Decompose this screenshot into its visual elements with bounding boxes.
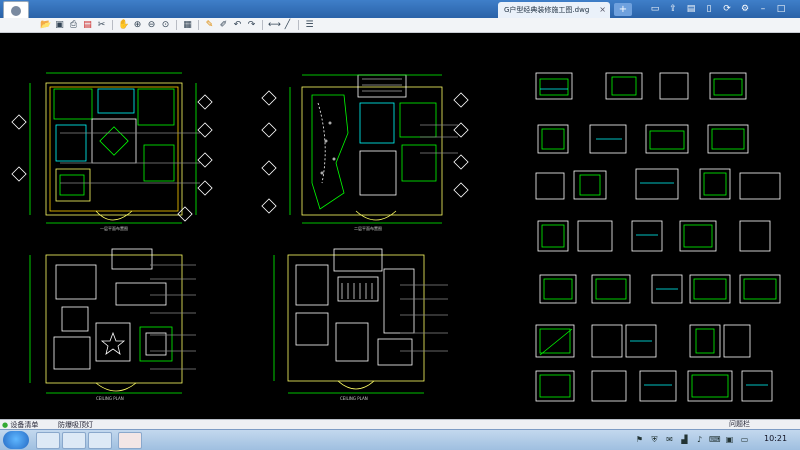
pencil-icon[interactable]: ✎: [204, 20, 215, 31]
device-icon[interactable]: ▣: [724, 434, 735, 445]
settings-icon[interactable]: ⚙: [738, 2, 752, 16]
maximize-icon[interactable]: □: [774, 2, 788, 16]
equipment-list-label: 设备清单: [10, 421, 39, 429]
zoom-out-icon[interactable]: ⊖: [146, 20, 157, 31]
ceiling-plan-2: [273, 248, 448, 394]
ceiling-1-title: CEILING PLAN: [96, 396, 124, 401]
toolbar-separator: [298, 20, 299, 30]
help-link[interactable]: 问题栏: [729, 419, 750, 429]
measure-icon[interactable]: ⟷: [268, 20, 281, 31]
pan-icon[interactable]: ✋: [118, 20, 129, 31]
flag-icon[interactable]: ⚑: [634, 434, 645, 445]
floor-plan-2: [261, 74, 469, 224]
elevation-drawings: [535, 72, 781, 402]
redo-icon[interactable]: ↷: [246, 20, 257, 31]
taskbar-ie-icon[interactable]: [36, 432, 60, 449]
cut-icon[interactable]: ✂: [96, 20, 107, 31]
window-icon[interactable]: ▭: [648, 2, 662, 16]
new-tab-button[interactable]: +: [614, 3, 632, 16]
folder-icon[interactable]: ▤: [684, 2, 698, 16]
title-bar: G户型经典装修施工图.dwg × + ▭ ⇪ ▤ ▯ ⟳ ⚙ – □: [0, 0, 800, 29]
system-tray: ⚑ ⛨ ✉ ▟ ♪ ⌨ ▣ ▭: [634, 434, 750, 445]
taskbar-app-icon[interactable]: [88, 432, 112, 449]
save-icon[interactable]: ▣: [54, 20, 65, 31]
toolbar: 📂 ▣ ⎙ ▤ ✂ ✋ ⊕ ⊖ ⊙ ▦ ✎ ✐ ↶ ↷ ⟷ ╱ ☰: [0, 18, 800, 33]
phone-icon[interactable]: ▯: [702, 2, 716, 16]
status-dot-icon: ●: [2, 421, 9, 429]
toolbar-separator: [262, 20, 263, 30]
network-icon[interactable]: ▟: [679, 434, 690, 445]
keyboard-icon[interactable]: ⌨: [709, 434, 721, 445]
print-icon[interactable]: ⎙: [68, 20, 79, 31]
zoom-window-icon[interactable]: ⊙: [160, 20, 171, 31]
layout-icon[interactable]: ▦: [182, 20, 193, 31]
toolbar-tools: 📂 ▣ ⎙ ▤ ✂ ✋ ⊕ ⊖ ⊙ ▦ ✎ ✐ ↶ ↷ ⟷ ╱ ☰: [40, 19, 315, 31]
plan-1-title: 一层平面布置图: [100, 225, 128, 231]
taskbar-app-icon[interactable]: [62, 432, 86, 449]
sync-icon[interactable]: ⟳: [720, 2, 734, 16]
document-tab[interactable]: G户型经典装修施工图.dwg ×: [498, 2, 610, 18]
chat-icon[interactable]: ✉: [664, 434, 675, 445]
pdf-icon[interactable]: ▤: [82, 20, 93, 31]
ceiling-2-title: CEILING PLAN: [340, 396, 368, 401]
shield-icon[interactable]: ⛨: [649, 434, 660, 445]
ceiling-plan-1: [29, 248, 196, 394]
clock[interactable]: 10:21: [764, 434, 787, 443]
text-icon[interactable]: ✐: [218, 20, 229, 31]
document-tab-title: G户型经典装修施工图.dwg: [504, 6, 590, 14]
zoom-in-icon[interactable]: ⊕: [132, 20, 143, 31]
taskbar: ⚑ ⛨ ✉ ▟ ♪ ⌨ ▣ ▭ 10:21: [0, 429, 800, 450]
toolbar-separator: [112, 20, 113, 30]
cad-drawing: 一层平面布置图 二层平面布置图 CEILING PLAN CEILING PLA…: [11, 72, 781, 402]
tab-close-icon[interactable]: ×: [599, 2, 606, 18]
start-button[interactable]: [3, 431, 29, 449]
plan-2-title: 二层平面布置图: [354, 225, 382, 231]
drawing-canvas[interactable]: 一层平面布置图 二层平面布置图 CEILING PLAN CEILING PLA…: [0, 33, 800, 419]
minimize-icon[interactable]: –: [756, 2, 770, 16]
open-icon[interactable]: 📂: [40, 20, 51, 31]
volume-icon[interactable]: ♪: [694, 434, 705, 445]
share-icon[interactable]: ⇪: [666, 2, 680, 16]
battery-icon[interactable]: ▭: [739, 434, 750, 445]
toolbar-separator: [176, 20, 177, 30]
toolbar-separator: [198, 20, 199, 30]
layers-icon[interactable]: ☰: [304, 20, 315, 31]
line-icon[interactable]: ╱: [282, 20, 293, 31]
taskbar-cad-icon[interactable]: [118, 432, 142, 449]
window-icons: ▭ ⇪ ▤ ▯ ⟳ ⚙ – □: [648, 2, 788, 16]
undo-icon[interactable]: ↶: [232, 20, 243, 31]
floor-plan-1: [11, 72, 213, 224]
